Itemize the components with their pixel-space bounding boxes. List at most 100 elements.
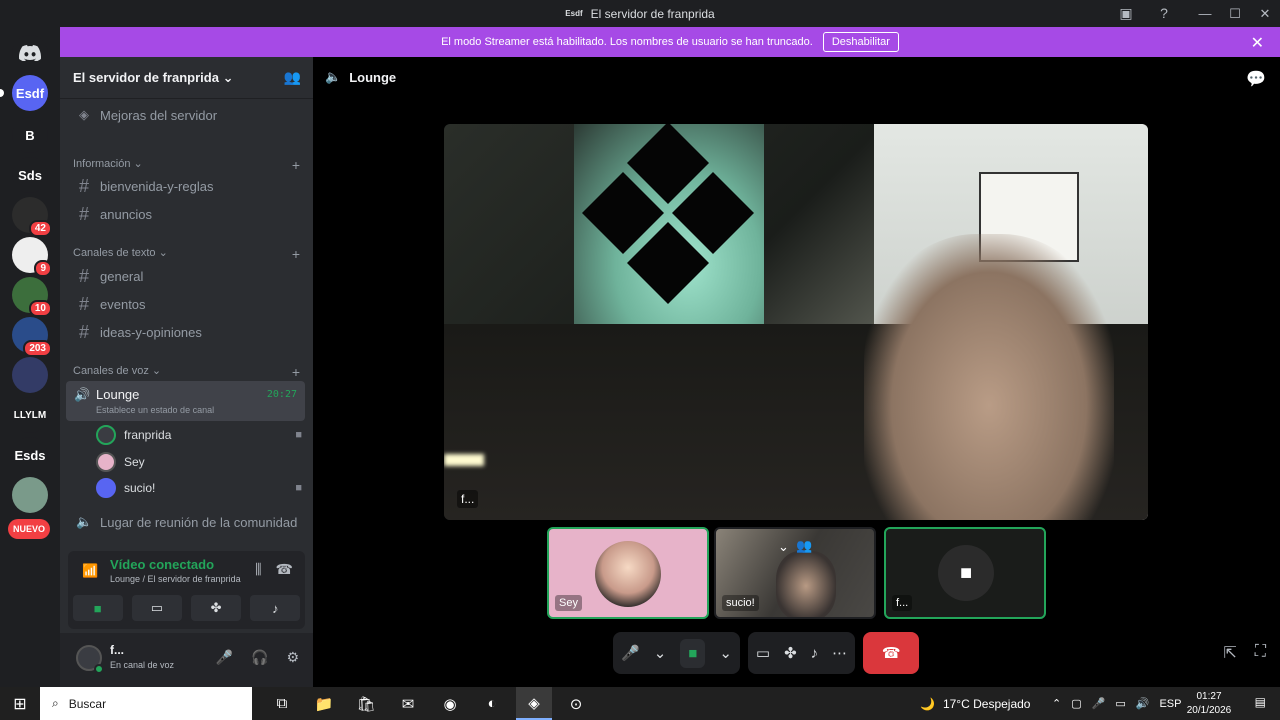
add-channel-icon[interactable]: + <box>292 364 300 380</box>
server-icon-7[interactable]: 203 <box>12 317 52 357</box>
discord-home-icon[interactable] <box>12 35 48 71</box>
activities-button[interactable]: ✤ <box>191 595 242 621</box>
speaker-icon: 🔈 <box>325 69 342 84</box>
edge-icon[interactable]: ◐ <box>474 687 510 720</box>
channel-anuncios[interactable]: # anuncios <box>68 200 305 228</box>
server-icon-esdf[interactable]: Esdf <box>0 75 48 111</box>
discord-taskbar-icon[interactable]: ◈ <box>516 687 552 720</box>
server-boost-item[interactable]: ◈ Mejoras del servidor <box>68 101 305 129</box>
category-voice[interactable]: Canales de voz ⌄ + <box>73 364 300 380</box>
disconnect-button[interactable]: ☎ <box>863 632 920 674</box>
inbox-icon[interactable]: ▣ <box>1116 4 1136 22</box>
chevron-up-icon[interactable]: ⌃ <box>1052 697 1061 710</box>
main-video[interactable]: f... <box>444 124 1148 520</box>
network-icon[interactable]: ▭ <box>1115 697 1125 710</box>
new-badge[interactable]: NUEVO <box>8 519 50 539</box>
taskbar-search[interactable]: ⌕ Buscar <box>40 687 252 720</box>
voice-channel-lounge[interactable]: 🔊 Lounge Establece un estado de canal 20… <box>66 381 305 421</box>
chrome-icon[interactable]: ◉ <box>432 687 468 720</box>
weather-text: 17°C Despejado <box>942 696 1031 711</box>
soundboard-icon[interactable]: ♪ <box>811 645 819 662</box>
video-tile-sucio[interactable]: ⌄ 👥 sucio! <box>714 527 876 619</box>
voice-stage: 🔈 Lounge 💬 f... Sey ⌄ 👥 sucio! ■ f... 🎤 … <box>313 57 1280 687</box>
chevron-down-icon[interactable]: ⌄ <box>654 644 667 662</box>
chevron-down-icon[interactable]: ⌄ <box>778 539 789 555</box>
channel-bienvenida[interactable]: # bienvenida-y-reglas <box>68 172 305 200</box>
video-tile-sey[interactable]: Sey <box>547 527 709 619</box>
task-view-icon[interactable]: ⧉ <box>264 687 300 720</box>
file-explorer-icon[interactable]: 📁 <box>306 687 342 720</box>
video-tile-f[interactable]: ■ f... <box>884 527 1046 619</box>
headphones-icon[interactable]: 🎧 <box>251 649 268 666</box>
add-channel-icon[interactable]: + <box>292 157 300 173</box>
microphone-icon[interactable]: 🎤 <box>1092 697 1106 710</box>
category-label: Canales de voz <box>73 365 149 377</box>
maximize-button[interactable]: ☐ <box>1220 6 1250 22</box>
disconnect-icon[interactable]: ☎ <box>276 561 293 578</box>
server-header[interactable]: El servidor de franprida ⌄ 👥 <box>60 57 313 99</box>
obs-icon[interactable]: ⊙ <box>558 687 594 720</box>
search-placeholder: Buscar <box>68 696 107 711</box>
tray-app-icon[interactable]: ▢ <box>1071 697 1081 710</box>
volume-icon[interactable]: 🔊 <box>1136 697 1150 710</box>
add-channel-icon[interactable]: + <box>292 246 300 262</box>
server-icon-4[interactable]: 42 <box>12 197 52 237</box>
channel-label: Lounge <box>96 387 140 402</box>
server-icon-llylm[interactable]: LLYLM <box>12 397 48 433</box>
server-icon-5[interactable]: 9 <box>12 237 52 277</box>
camera-toggle-icon[interactable]: ■ <box>680 638 706 668</box>
category-info[interactable]: Información ⌄ + <box>73 157 300 173</box>
close-window-button[interactable]: ✕ <box>1250 6 1280 22</box>
noise-suppression-icon[interactable]: ⫼ <box>255 561 261 578</box>
close-icon[interactable]: ✕ <box>1251 33 1264 53</box>
username[interactable]: f... <box>110 643 124 657</box>
screen-share-button[interactable]: ▭ <box>131 595 182 621</box>
more-icon[interactable]: ⋯ <box>832 644 847 662</box>
gear-icon[interactable]: ⚙ <box>286 649 299 666</box>
soundboard-button[interactable]: ♪ <box>250 595 301 621</box>
voice-user-franprida[interactable]: franprida ■ <box>96 424 302 446</box>
taskbar-clock[interactable]: 01:27 20/1/2026 <box>1184 690 1234 718</box>
signal-icon[interactable]: 📶 <box>82 563 98 579</box>
users-icon[interactable]: 👥 <box>796 538 812 554</box>
category-text[interactable]: Canales de texto ⌄ + <box>73 246 300 262</box>
disable-streamer-button[interactable]: Deshabilitar <box>822 32 899 52</box>
voice-user-label: Sey <box>124 455 145 469</box>
popout-icon[interactable]: ⇱ <box>1223 643 1236 663</box>
camera-button[interactable]: ■ <box>72 595 123 621</box>
server-icon-b[interactable]: B <box>12 117 48 153</box>
channel-label: bienvenida-y-reglas <box>100 178 214 194</box>
language-indicator[interactable]: ESP <box>1159 698 1181 710</box>
chat-icon[interactable]: 💬 <box>1246 69 1266 89</box>
channel-status[interactable]: Establece un estado de canal <box>96 405 214 415</box>
channel-ideas[interactable]: # ideas-y-opiniones <box>68 318 305 346</box>
server-icon-6[interactable]: 10 <box>12 277 52 317</box>
server-icon-esds[interactable]: Esds <box>12 437 48 473</box>
server-icon-8[interactable] <box>12 357 48 393</box>
screen-share-icon[interactable]: ▭ <box>756 644 770 662</box>
microphone-icon[interactable]: 🎤 <box>621 644 640 662</box>
voice-status[interactable]: Vídeo conectado <box>110 557 214 572</box>
notification-icon[interactable]: ▤ <box>1255 695 1266 709</box>
windows-start-icon[interactable]: ⊞ <box>0 694 40 714</box>
voice-channel-community[interactable]: 🔈 Lugar de reunión de la comunidad <box>68 508 305 536</box>
server-icon-11[interactable] <box>12 477 48 513</box>
search-icon: ⌕ <box>52 696 59 710</box>
microphone-icon[interactable]: 🎤 <box>216 649 233 666</box>
store-icon[interactable]: 🛍 <box>348 687 384 720</box>
voice-user-sucio[interactable]: sucio! ■ <box>96 477 302 499</box>
fullscreen-icon[interactable]: ⛶ <box>1255 643 1266 663</box>
channel-general[interactable]: # general <box>68 262 305 290</box>
voice-user-sey[interactable]: Sey <box>96 451 302 473</box>
channel-eventos[interactable]: # eventos <box>68 290 305 318</box>
minimize-button[interactable]: — <box>1190 6 1220 21</box>
help-icon[interactable]: ? <box>1154 4 1174 22</box>
activities-icon[interactable]: ✤ <box>784 644 797 662</box>
mail-icon[interactable]: ✉ <box>390 687 426 720</box>
weather-widget[interactable]: 🌙 17°C Despejado <box>920 687 1030 720</box>
category-label: Canales de texto <box>73 247 156 259</box>
avatar <box>96 425 116 445</box>
add-member-icon[interactable]: 👥 <box>284 69 301 86</box>
server-icon-sds[interactable]: Sds <box>12 157 48 193</box>
chevron-down-icon[interactable]: ⌄ <box>719 644 732 662</box>
